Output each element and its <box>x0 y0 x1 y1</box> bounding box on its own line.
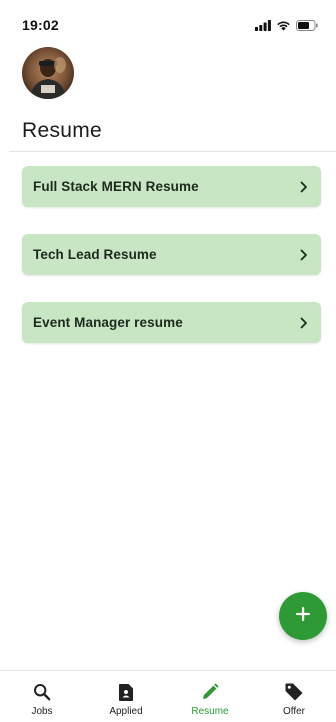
resume-item-tech-lead[interactable]: Tech Lead Resume <box>22 234 321 275</box>
nav-item-offer[interactable]: Offer <box>252 671 336 722</box>
pencil-icon <box>201 681 219 703</box>
chevron-right-icon <box>299 248 309 262</box>
resume-item-full-stack-mern[interactable]: Full Stack MERN Resume <box>22 166 321 207</box>
tag-icon <box>284 681 304 703</box>
nav-label-applied: Applied <box>109 706 143 717</box>
nav-item-resume[interactable]: Resume <box>168 671 252 722</box>
nav-label-offer: Offer <box>282 706 306 717</box>
resume-list: Full Stack MERN Resume Tech Lead Resume … <box>22 166 321 370</box>
status-time: 19:02 <box>22 17 59 33</box>
search-icon <box>33 681 51 703</box>
title-divider <box>9 151 336 152</box>
battery-icon <box>296 20 318 31</box>
status-bar: 19:02 <box>0 0 336 42</box>
nav-item-applied[interactable]: Applied <box>84 671 168 722</box>
chevron-right-icon <box>299 180 309 194</box>
signal-icon <box>255 20 271 31</box>
resume-screen: 19:02 Resume Full Stack MERN Resume Tech… <box>0 0 336 722</box>
nav-label-jobs: Jobs <box>31 706 53 717</box>
chevron-right-icon <box>299 316 309 330</box>
resume-item-label: Full Stack MERN Resume <box>33 179 199 194</box>
nav-item-jobs[interactable]: Jobs <box>0 671 84 722</box>
resume-item-event-manager[interactable]: Event Manager resume <box>22 302 321 343</box>
resume-item-label: Tech Lead Resume <box>33 247 157 262</box>
wifi-icon <box>276 20 291 31</box>
page-title: Resume <box>22 119 102 142</box>
bottom-nav: Jobs Applied Resume Offer <box>0 670 336 722</box>
avatar[interactable] <box>22 47 74 99</box>
plus-icon <box>295 606 311 627</box>
add-resume-button[interactable] <box>279 592 327 640</box>
status-icons <box>255 20 318 31</box>
nav-label-resume: Resume <box>191 706 229 717</box>
resume-item-label: Event Manager resume <box>33 315 183 330</box>
document-icon <box>118 681 134 703</box>
